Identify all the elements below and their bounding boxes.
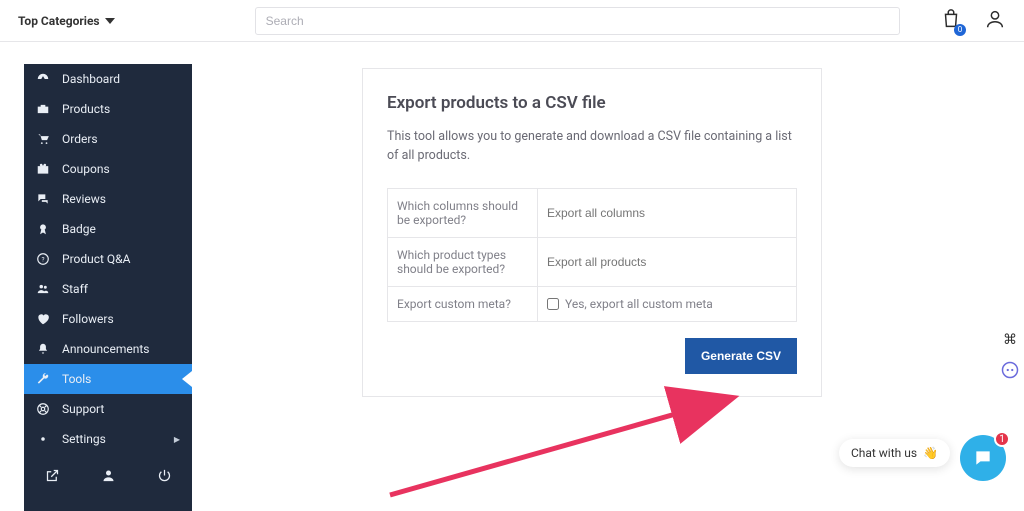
export-form: Which columns should be exported? Which … — [387, 188, 797, 322]
export-row-columns: Which columns should be exported? — [388, 189, 796, 238]
sidebar-item-label: Settings — [62, 432, 106, 446]
export-row-types: Which product types should be exported? — [388, 238, 796, 287]
chat-bubble-icon — [973, 448, 993, 468]
chevron-right-icon: ▶ — [174, 435, 180, 444]
chevron-down-icon — [105, 16, 115, 26]
top-icons: 0 — [940, 8, 1006, 34]
chat-badge: 1 — [994, 431, 1010, 447]
sidebar-item-announcements[interactable]: Announcements — [24, 334, 192, 364]
sidebar-item-settings[interactable]: Settings ▶ — [24, 424, 192, 454]
sidebar-item-label: Announcements — [62, 342, 149, 356]
meta-checkbox[interactable] — [547, 298, 559, 310]
sidebar-item-orders[interactable]: Orders — [24, 124, 192, 154]
sidebar-item-label: Product Q&A — [62, 252, 130, 266]
profile-icon[interactable] — [101, 468, 116, 483]
sidebar-item-label: Support — [62, 402, 104, 416]
top-categories-menu[interactable]: Top Categories — [18, 14, 115, 28]
sidebar: Dashboard Products Orders Coupons Review… — [24, 64, 192, 511]
floating-tools: ⌘ — [1000, 330, 1020, 380]
sidebar-item-coupons[interactable]: Coupons — [24, 154, 192, 184]
sidebar-item-reviews[interactable]: Reviews — [24, 184, 192, 214]
briefcase-icon — [36, 102, 50, 116]
gauge-icon — [36, 72, 50, 86]
export-card: Export products to a CSV file This tool … — [362, 68, 822, 397]
columns-select[interactable] — [547, 206, 787, 220]
account-button[interactable] — [984, 8, 1006, 34]
generate-csv-button[interactable]: Generate CSV — [685, 338, 797, 374]
user-icon — [984, 8, 1006, 30]
top-categories-label: Top Categories — [18, 14, 100, 28]
sidebar-item-label: Products — [62, 102, 110, 116]
export-row-meta: Export custom meta? Yes, export all cust… — [388, 287, 796, 321]
sidebar-item-label: Orders — [62, 132, 98, 146]
sidebar-item-label: Tools — [62, 372, 91, 386]
sidebar-item-dashboard[interactable]: Dashboard — [24, 64, 192, 94]
sidebar-item-tools[interactable]: Tools — [24, 364, 192, 394]
sidebar-item-label: Badge — [62, 222, 96, 236]
sidebar-item-followers[interactable]: Followers — [24, 304, 192, 334]
sidebar-item-label: Dashboard — [62, 72, 120, 86]
chat-pill[interactable]: Chat with us 👋 — [839, 439, 950, 467]
sidebar-item-label: Coupons — [62, 162, 110, 176]
award-icon — [36, 222, 50, 236]
meta-label: Export custom meta? — [388, 287, 538, 321]
svg-text:?: ? — [41, 255, 44, 263]
assistant-icon[interactable] — [1000, 360, 1020, 380]
types-select[interactable] — [547, 255, 787, 269]
sidebar-item-label: Staff — [62, 282, 88, 296]
power-icon[interactable] — [157, 468, 172, 483]
gift-icon — [36, 162, 50, 176]
top-bar: Top Categories 0 — [0, 0, 1024, 42]
sidebar-item-label: Reviews — [62, 192, 106, 206]
question-icon: ? — [36, 252, 50, 266]
bell-icon — [36, 342, 50, 356]
sidebar-item-badge[interactable]: Badge — [24, 214, 192, 244]
life-ring-icon — [36, 402, 50, 416]
keyboard-shortcut-icon[interactable]: ⌘ — [1000, 330, 1020, 350]
sidebar-item-staff[interactable]: Staff — [24, 274, 192, 304]
shopping-bag-button[interactable]: 0 — [940, 8, 962, 34]
export-description: This tool allows you to generate and dow… — [387, 127, 797, 166]
wave-emoji-icon: 👋 — [923, 446, 938, 460]
bag-count-badge: 0 — [954, 24, 966, 36]
cart-icon — [36, 132, 50, 146]
chat-fab[interactable]: 1 — [960, 435, 1006, 481]
wrench-icon — [36, 372, 50, 386]
external-link-icon[interactable] — [45, 468, 60, 483]
types-label: Which product types should be exported? — [388, 238, 538, 286]
sidebar-item-product-qa[interactable]: ? Product Q&A — [24, 244, 192, 274]
chat-pill-text: Chat with us — [851, 446, 917, 460]
meta-checkbox-label: Yes, export all custom meta — [565, 297, 713, 311]
heart-icon — [36, 312, 50, 326]
sidebar-footer — [24, 458, 192, 493]
columns-label: Which columns should be exported? — [388, 189, 538, 237]
export-title: Export products to a CSV file — [387, 93, 797, 113]
search-wrap — [255, 7, 900, 35]
search-input[interactable] — [255, 7, 900, 35]
sidebar-item-support[interactable]: Support — [24, 394, 192, 424]
gear-icon — [36, 432, 50, 446]
users-icon — [36, 282, 50, 296]
sidebar-item-label: Followers — [62, 312, 114, 326]
comments-icon — [36, 192, 50, 206]
sidebar-item-products[interactable]: Products — [24, 94, 192, 124]
